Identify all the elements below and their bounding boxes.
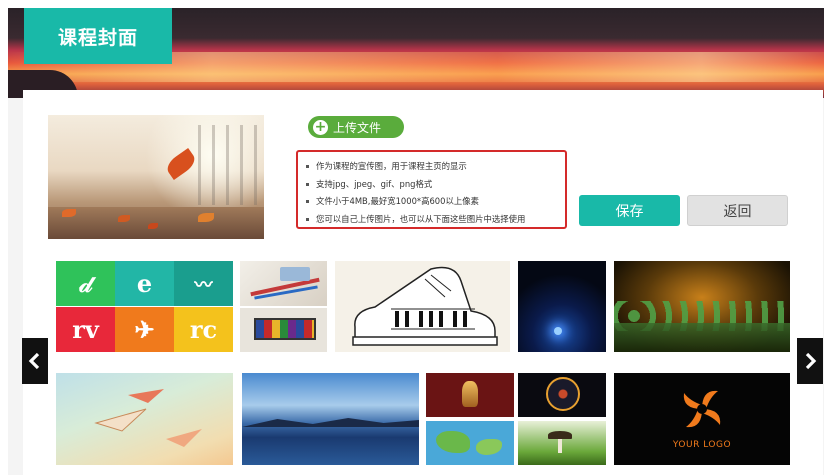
thumbnail-app-icons[interactable]: 𝒹 e 〰 rv ✈ rc <box>56 261 233 352</box>
thumbnail-compass[interactable] <box>518 373 606 417</box>
app-icon-tile: 𝒹 <box>56 261 115 306</box>
thumbnail-your-logo[interactable]: YOUR LOGO <box>614 373 790 465</box>
app-icon-tile: e <box>115 261 174 306</box>
cover-preview-image <box>48 115 264 239</box>
requirement-item: 支持jpg、jpeg、gif、png格式 <box>306 176 565 194</box>
app-icon-tile: ✈ <box>115 307 174 352</box>
thumbnail-watercolor-palette[interactable] <box>240 308 327 352</box>
thumbnail-piano-sneaker[interactable] <box>335 261 510 352</box>
gallery-next-button[interactable] <box>797 338 823 384</box>
app-icon-tile: rv <box>56 307 115 352</box>
thumbnail-world-map[interactable] <box>426 421 514 465</box>
sneaker-illustration <box>352 266 498 346</box>
back-button[interactable]: 返回 <box>687 195 788 226</box>
requirement-item: 您可以自己上传图片，也可以从下面这些图片中选择使用 <box>306 211 565 229</box>
logo-text: YOUR LOGO <box>672 440 732 450</box>
thumbnail-red-emblem[interactable] <box>426 373 514 417</box>
chevron-right-icon <box>805 352 817 370</box>
paper-plane-illustration <box>94 389 202 447</box>
app-icon-tile: 〰 <box>174 261 233 306</box>
upload-file-button[interactable]: + 上传文件 <box>308 116 404 138</box>
thumbnail-lake-sky[interactable] <box>242 373 419 465</box>
save-button[interactable]: 保存 <box>579 195 680 226</box>
thumbnail-bokeh-lights[interactable] <box>614 261 790 352</box>
thumbnail-paper-planes[interactable] <box>56 373 233 465</box>
page-title: 课程封面 <box>24 8 172 64</box>
gallery-prev-button[interactable] <box>22 338 48 384</box>
plus-icon: + <box>313 118 328 135</box>
swirl-logo-icon <box>683 390 721 428</box>
upload-requirements-box: 作为课程的宣传图，用于课程主页的显示 支持jpg、jpeg、gif、png格式 … <box>296 150 567 229</box>
thumbnail-art-supplies[interactable] <box>240 261 327 306</box>
upload-file-label: 上传文件 <box>333 120 382 135</box>
app-icon-tile: rc <box>174 307 233 352</box>
chevron-left-icon <box>28 352 40 370</box>
requirement-item: 文件小于4MB,最好宽1000*高600以上像素 <box>306 193 565 211</box>
thumbnail-blue-particles[interactable] <box>518 261 606 352</box>
thumbnail-mushrooms[interactable] <box>518 421 606 465</box>
requirement-item: 作为课程的宣传图，用于课程主页的显示 <box>306 158 565 176</box>
